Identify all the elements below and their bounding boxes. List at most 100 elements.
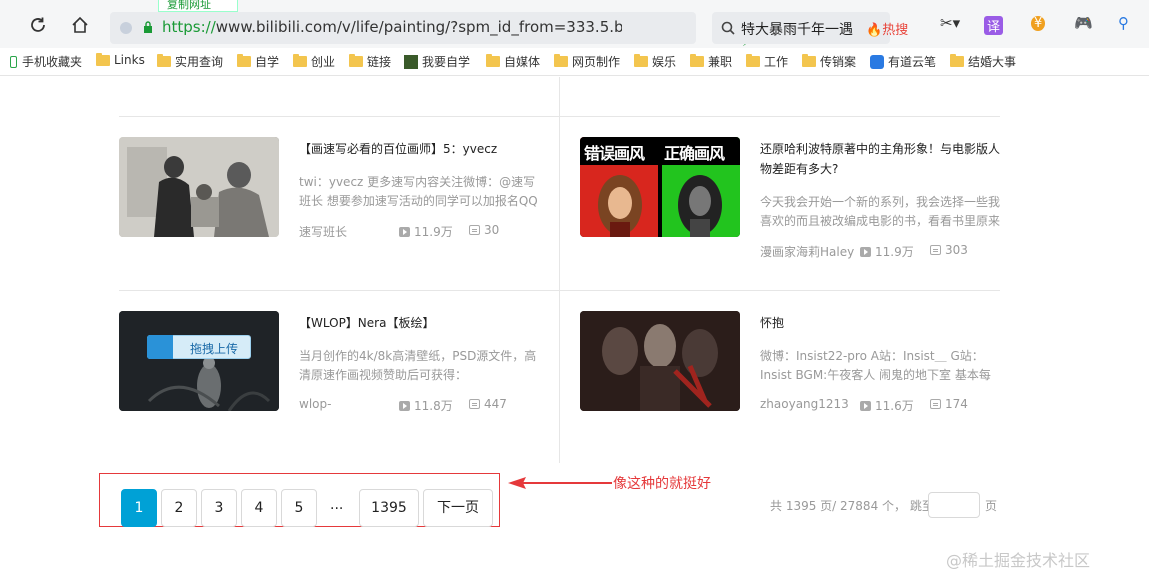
browser-toolbar: https://www.bilibili.com/v/life/painting… bbox=[0, 0, 1149, 65]
video-author[interactable]: wlop- bbox=[299, 397, 331, 411]
cloud-icon bbox=[147, 335, 173, 359]
home-icon[interactable] bbox=[70, 15, 90, 35]
jump-page-input[interactable] bbox=[928, 492, 980, 518]
address-bar[interactable]: https://www.bilibili.com/v/life/painting… bbox=[110, 12, 753, 65]
bookmark-item[interactable]: 手机收藏夹 bbox=[10, 53, 82, 70]
gamepad-icon[interactable]: 🎮 bbox=[1074, 14, 1093, 32]
search-icon bbox=[721, 21, 735, 35]
last-page-button[interactable]: 1395 bbox=[359, 489, 419, 527]
bookmark-item[interactable]: 结婚大事 bbox=[950, 53, 1016, 70]
bookmark-item[interactable]: 实用查询 bbox=[157, 53, 223, 70]
play-icon bbox=[399, 227, 410, 237]
view-count: 11.8万 bbox=[399, 397, 453, 414]
danmaku-icon bbox=[469, 399, 480, 409]
bookmark-item[interactable]: Links bbox=[96, 52, 145, 67]
bookmarks-bar: 手机收藏夹 Links 实用查询 自学 创业 链接 我要自学 自媒体 网页制作 … bbox=[0, 48, 1149, 76]
coin-icon[interactable]: ¥ bbox=[1031, 16, 1046, 31]
bookmark-item[interactable]: 网页制作 bbox=[554, 53, 620, 70]
page-suffix: 页 bbox=[985, 499, 998, 513]
video-card[interactable]: 【画速写必看的百位画师】5：yvecz twi：yvecz 更多速写内容关注微博… bbox=[119, 137, 539, 247]
page-button[interactable]: 5 bbox=[281, 489, 317, 527]
bookmark-item[interactable]: 自媒体 bbox=[486, 53, 540, 70]
bookmark-item[interactable]: 娱乐 bbox=[634, 53, 676, 70]
video-card[interactable]: 怀抱 微博：Insist22-pro A站：Insist＿ G站：Insist … bbox=[580, 311, 1000, 421]
thumbnail-caption: 错误画风 bbox=[584, 144, 645, 163]
view-count: 11.6万 bbox=[860, 397, 914, 414]
page-button[interactable]: 4 bbox=[241, 489, 277, 527]
lock-icon bbox=[144, 21, 152, 33]
video-thumbnail[interactable] bbox=[580, 311, 740, 411]
refresh-icon[interactable] bbox=[28, 15, 48, 35]
folder-icon bbox=[237, 54, 251, 67]
copy-url-tip[interactable]: 复制网址 bbox=[158, 0, 238, 12]
video-author[interactable]: 漫画家海莉Haley bbox=[760, 243, 854, 260]
row-divider bbox=[560, 116, 1000, 117]
folder-icon bbox=[690, 54, 704, 67]
sketch-illustration bbox=[119, 137, 279, 237]
video-desc: 微博：Insist22-pro A站：Insist＿ G站：Insist BGM… bbox=[760, 349, 991, 382]
danmaku-icon bbox=[930, 399, 941, 409]
row-divider bbox=[119, 116, 559, 117]
video-thumbnail[interactable] bbox=[119, 137, 279, 237]
video-list: 【画速写必看的百位画师】5：yvecz twi：yvecz 更多速写内容关注微博… bbox=[0, 77, 1149, 585]
bookmark-item[interactable]: 工作 bbox=[746, 53, 788, 70]
annotation-arrow bbox=[508, 477, 612, 489]
page-button[interactable]: 2 bbox=[161, 489, 197, 527]
search-box[interactable]: 特大暴雨千年一遇 🔥热搜 bbox=[712, 12, 908, 44]
danmaku-icon bbox=[930, 245, 941, 255]
row-divider bbox=[560, 290, 1000, 291]
folder-icon bbox=[950, 54, 964, 67]
search-zoom-icon[interactable]: ⚲ bbox=[1118, 14, 1129, 32]
video-title[interactable]: 怀抱 bbox=[760, 313, 1000, 333]
upload-badge[interactable]: 拖拽上传 bbox=[147, 335, 251, 359]
hot-search-badge: 🔥热搜 bbox=[866, 23, 909, 38]
bookmark-item[interactable]: 链接 bbox=[349, 53, 391, 70]
folder-icon bbox=[554, 54, 568, 67]
video-card[interactable]: 错误画风 正确画风 还原哈利波特原著中的主角形象！与电影版人物差距有多大? 今天… bbox=[580, 137, 1000, 267]
page-ellipsis: ... bbox=[330, 497, 344, 513]
page-button-active[interactable]: 1 bbox=[121, 489, 157, 527]
folder-icon bbox=[802, 54, 816, 67]
annotation-text: 像这种的就挺好 bbox=[613, 476, 711, 492]
video-desc: 今天我会开始一个新的系列，我会选择一些我喜欢的而且被改编成电影的书，看看书里原来 bbox=[760, 195, 1000, 228]
row-divider bbox=[119, 290, 559, 291]
danmaku-count: 303 bbox=[930, 243, 968, 257]
play-icon bbox=[399, 401, 410, 411]
video-desc: twi：yvecz 更多速写内容关注微博：@速写班长 想要参加速写活动的同学可以… bbox=[299, 175, 538, 208]
translate-icon[interactable]: 译 bbox=[984, 16, 1004, 35]
video-thumbnail[interactable]: 错误画风 正确画风 bbox=[580, 137, 740, 237]
horror-illustration bbox=[580, 311, 740, 411]
note-icon bbox=[870, 54, 884, 69]
bookmark-item[interactable]: 有道云笔 bbox=[870, 53, 936, 70]
danmaku-count: 174 bbox=[930, 397, 968, 411]
bookmark-item[interactable]: 传销案 bbox=[802, 53, 856, 70]
app-icon bbox=[404, 54, 418, 69]
next-page-button[interactable]: 下一页 bbox=[423, 489, 493, 527]
upload-badge-label: 拖拽上传 bbox=[190, 342, 239, 356]
folder-icon bbox=[293, 54, 307, 67]
folder-icon bbox=[349, 54, 363, 67]
video-title[interactable]: 【WLOP】Nera【板绘】 bbox=[299, 313, 539, 333]
url-text[interactable]: https://www.bilibili.com/v/life/painting… bbox=[162, 18, 622, 36]
page-info: 共 1395 页/ 27884 个， 跳至 bbox=[770, 499, 934, 513]
video-thumbnail[interactable]: 拖拽上传 bbox=[119, 311, 279, 411]
view-count: 11.9万 bbox=[860, 243, 914, 260]
video-title[interactable]: 【画速写必看的百位画师】5：yvecz bbox=[299, 139, 539, 159]
video-title[interactable]: 还原哈利波特原著中的主角形象！与电影版人物差距有多大? bbox=[760, 139, 1000, 179]
folder-icon bbox=[157, 54, 171, 67]
folder-icon bbox=[486, 54, 500, 67]
danmaku-count: 447 bbox=[469, 397, 507, 411]
play-icon bbox=[860, 401, 871, 411]
bookmark-item[interactable]: 创业 bbox=[293, 53, 335, 70]
scissors-icon[interactable]: ✂▾ bbox=[940, 14, 960, 32]
thumbnail-caption: 正确画风 bbox=[664, 144, 725, 163]
bookmark-item[interactable]: 我要自学 bbox=[404, 53, 470, 70]
video-card[interactable]: 拖拽上传 【WLOP】Nera【板绘】 当月创作的4k/8k高清壁纸，PSD源文… bbox=[119, 311, 539, 421]
video-author[interactable]: 速写班长 bbox=[299, 223, 347, 240]
play-icon bbox=[860, 247, 871, 257]
video-author[interactable]: zhaoyang1213 bbox=[760, 397, 849, 411]
bookmark-item[interactable]: 兼职 bbox=[690, 53, 732, 70]
video-desc: 当月创作的4k/8k高清壁纸，PSD源文件，高清原速作画视频赞助后可获得：htt… bbox=[299, 349, 537, 382]
page-button[interactable]: 3 bbox=[201, 489, 237, 527]
bookmark-item[interactable]: 自学 bbox=[237, 53, 279, 70]
